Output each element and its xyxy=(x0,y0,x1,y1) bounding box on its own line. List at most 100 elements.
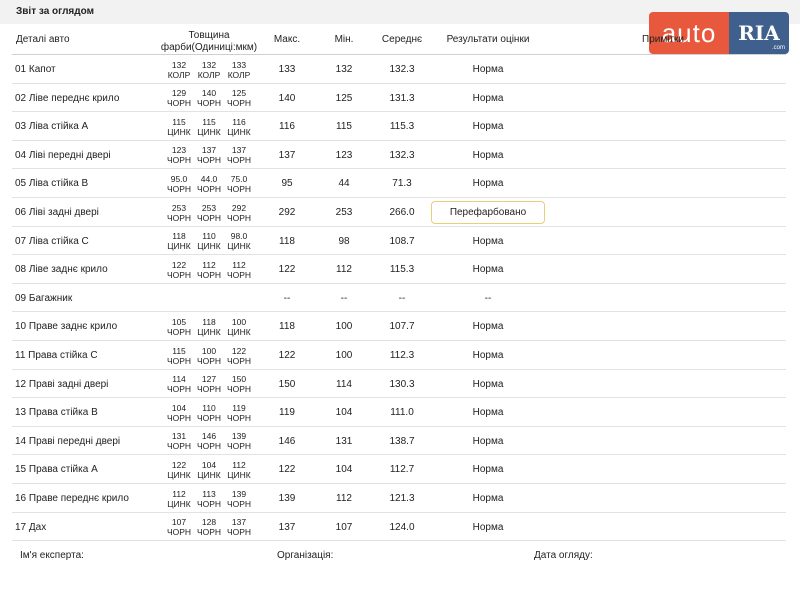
max-value: 122 xyxy=(278,264,296,276)
thickness-material: ЧОРН xyxy=(166,412,192,423)
result-cell: Норма xyxy=(431,312,545,341)
thickness-reading: 133 КОЛР xyxy=(224,55,254,84)
thickness-value: 100 xyxy=(201,345,217,356)
thickness-material: ЧОРН xyxy=(166,212,192,223)
thickness-material: ЧОРН xyxy=(166,183,192,194)
result-badge-repainted[interactable]: Перефарбовано xyxy=(431,201,545,224)
result-label: Норма xyxy=(472,92,504,104)
max-value: 150 xyxy=(278,378,296,390)
thickness-material: ЧОРН xyxy=(166,326,192,337)
result-cell: Норма xyxy=(431,169,545,198)
thickness-reading xyxy=(224,284,254,313)
avg-value: 71.3 xyxy=(392,178,412,190)
thickness-value: 112 xyxy=(232,459,246,470)
thickness-material: ЦИНК xyxy=(197,126,221,137)
min-value: 104 xyxy=(335,407,353,419)
thickness-value: 104 xyxy=(201,459,217,470)
max-value: 118 xyxy=(279,321,295,333)
max-value: 95 xyxy=(281,178,293,190)
thickness-material: ЧОРН xyxy=(196,98,222,109)
min-value: 100 xyxy=(335,350,353,361)
thickness-value: 132 xyxy=(171,59,187,70)
result-cell: Норма xyxy=(431,370,545,399)
thickness-value: 113 xyxy=(202,488,216,499)
min-value: 253 xyxy=(335,207,353,218)
max-value: 292 xyxy=(278,207,296,218)
thickness-reading: 75.0 ЧОРН xyxy=(224,169,254,198)
avg-value: 111.0 xyxy=(390,407,414,419)
thickness-value: 44.0 xyxy=(200,173,218,184)
thickness-reading: 112 ЧОРН xyxy=(194,255,224,284)
thickness-value: 122 xyxy=(171,459,187,470)
autoria-logo[interactable]: auto RIA .com xyxy=(649,12,789,54)
header-results: Результати оцінки xyxy=(446,34,530,45)
max-value: 119 xyxy=(279,407,295,419)
result-cell: Перефарбовано xyxy=(431,198,545,227)
thickness-reading: 104 ЧОРН xyxy=(164,398,194,427)
min-value: 44 xyxy=(338,178,350,190)
thickness-reading: 292 ЧОРН xyxy=(224,198,254,227)
header-thickness-line2: фарби(Одиниці:мкм) xyxy=(160,42,258,53)
thickness-value: 137 xyxy=(231,145,247,156)
thickness-material: ЧОРН xyxy=(226,155,252,166)
thickness-value: 115 xyxy=(202,116,216,127)
table-row: 11 Права стійка C 115 ЧОРН 100 ЧОРН 122 ЧОРН 12… xyxy=(12,340,786,370)
thickness-material: КОЛР xyxy=(167,69,191,80)
logo-ria-part: RIA .com xyxy=(729,12,789,54)
thickness-material: ЦИНК xyxy=(227,241,251,252)
thickness-reading: 125 ЧОРН xyxy=(224,84,254,113)
thickness-reading: 140 ЧОРН xyxy=(194,84,224,113)
avg-value: 121.3 xyxy=(389,493,415,504)
result-label: Норма xyxy=(472,178,504,190)
table-row: 15 Права стійка A 122 ЦИНК 104 ЦИНК 112 ЦИНК 12… xyxy=(12,454,786,484)
thickness-value: 122 xyxy=(231,345,247,356)
max-value: 146 xyxy=(278,435,296,447)
avg-value: 112.3 xyxy=(389,350,415,361)
thickness-value: 140 xyxy=(201,88,217,99)
header-notes: Примітки xyxy=(642,34,684,45)
thickness-reading: 118 ЦИНК xyxy=(194,312,224,341)
min-value: 115 xyxy=(336,121,352,133)
thickness-reading: 253 ЧОРН xyxy=(164,198,194,227)
thickness-value: 118 xyxy=(202,316,216,327)
table-row: 05 Ліва стійка B 95.0 ЧОРН 44.0 ЧОРН 75.0 ЧОРН… xyxy=(12,168,786,198)
max-value: 122 xyxy=(278,464,296,476)
result-label: Норма xyxy=(472,521,504,533)
thickness-material: ЧОРН xyxy=(226,355,252,366)
part-name: 17 Дах xyxy=(15,521,47,533)
table-row: 16 Праве переднє крило 112 ЦИНК 113 ЧОРН 139 Ч… xyxy=(12,483,786,513)
thickness-reading: 105 ЧОРН xyxy=(164,312,194,341)
thickness-value: 253 xyxy=(171,202,187,213)
thickness-material: ЦИНК xyxy=(227,469,251,480)
thickness-material: ЧОРН xyxy=(226,269,252,280)
thickness-value: 253 xyxy=(201,202,217,213)
thickness-reading: 110 ЧОРН xyxy=(194,398,224,427)
result-label: Норма xyxy=(472,235,504,247)
thickness-reading: 123 ЧОРН xyxy=(164,141,194,170)
min-value: 100 xyxy=(335,321,353,333)
footer-date-label: Дата огляду: xyxy=(534,550,593,561)
thickness-material: ЧОРН xyxy=(226,98,252,109)
thickness-reading: 95.0 ЧОРН xyxy=(164,169,194,198)
thickness-reading: 139 ЧОРН xyxy=(224,484,254,513)
result-label: -- xyxy=(484,292,492,304)
thickness-material: ЧОРН xyxy=(166,441,192,452)
thickness-material: ЧОРН xyxy=(196,441,222,452)
part-name: 02 Ліве переднє крило xyxy=(15,92,120,104)
thickness-value: 112 xyxy=(202,259,216,270)
thickness-material: ЧОРН xyxy=(226,441,252,452)
thickness-value: 131 xyxy=(171,431,187,442)
part-name: 16 Праве переднє крило xyxy=(15,493,129,504)
thickness-reading: 122 ЦИНК xyxy=(164,455,194,484)
part-name: 12 Праві задні двері xyxy=(15,378,109,390)
thickness-reading: 115 ЧОРН xyxy=(164,341,194,370)
thickness-reading xyxy=(194,284,224,313)
max-value: 137 xyxy=(278,149,296,161)
result-cell: Норма xyxy=(431,141,545,170)
table-row: 04 Ліві передні двері 123 ЧОРН 137 ЧОРН 137 ЧО… xyxy=(12,139,786,170)
thickness-material: ЧОРН xyxy=(166,269,192,280)
thickness-value: 112 xyxy=(172,488,186,499)
thickness-material: ЧОРН xyxy=(196,212,222,223)
thickness-reading: 137 ЧОРН xyxy=(194,141,224,170)
result-label: Норма xyxy=(472,493,504,504)
